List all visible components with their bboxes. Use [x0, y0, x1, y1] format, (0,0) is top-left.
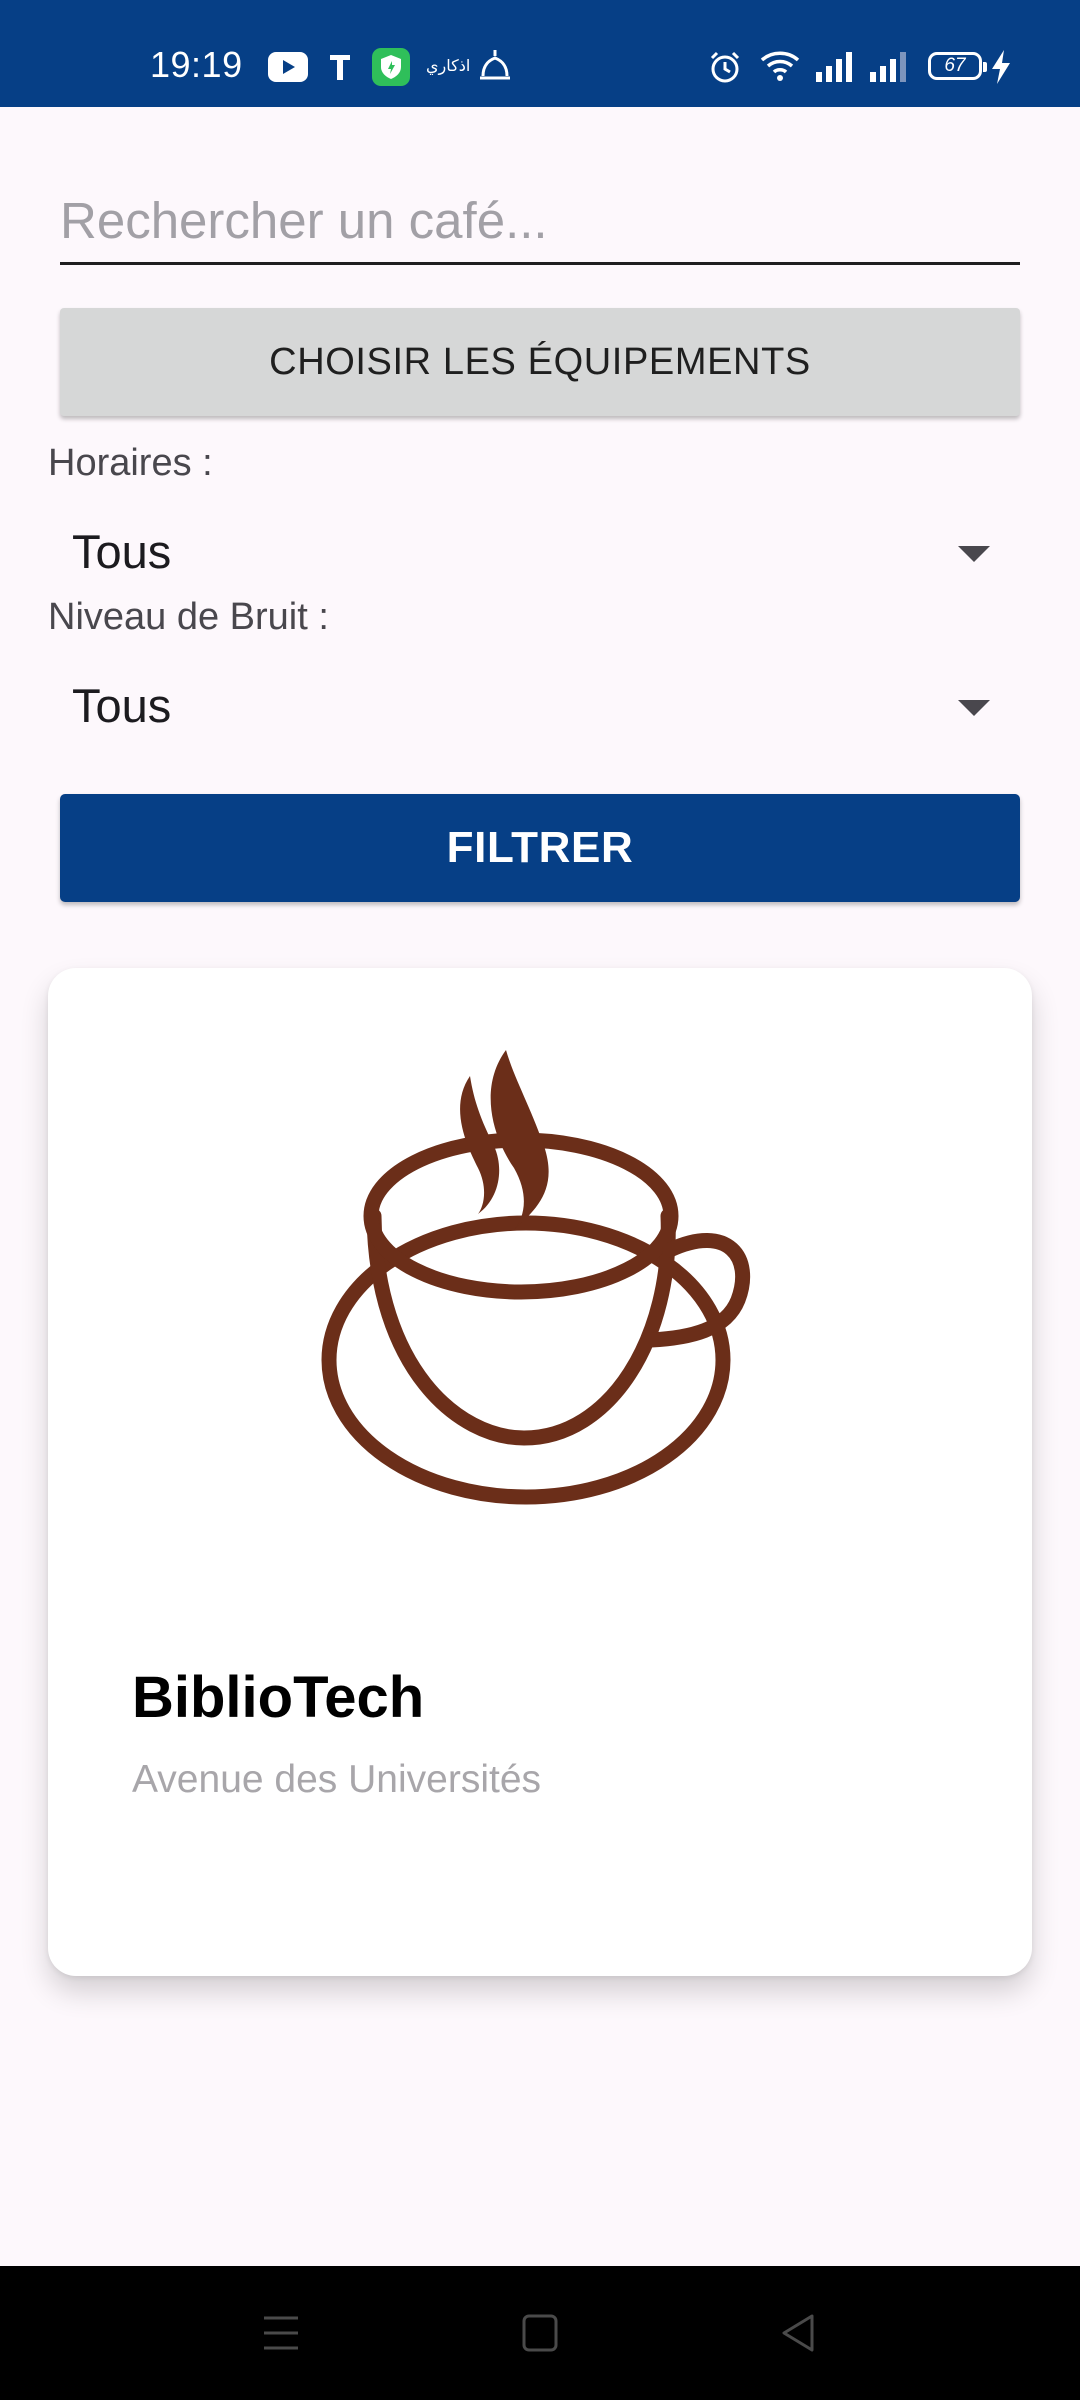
- hours-dropdown[interactable]: Tous: [48, 510, 1008, 594]
- dropdown-arrow-icon: [958, 546, 990, 562]
- back-icon[interactable]: [778, 2310, 818, 2356]
- shield-app-icon: [372, 48, 410, 86]
- wifi-icon: [760, 51, 800, 81]
- coffee-cup-icon: [321, 1050, 750, 1505]
- choose-equipment-button[interactable]: CHOISIR LES ÉQUIPEMENTS: [60, 308, 1020, 416]
- cafe-card[interactable]: BiblioTech Avenue des Universités: [48, 968, 1032, 1976]
- hours-dropdown-value: Tous: [72, 525, 172, 578]
- navigation-bar: [0, 2266, 1080, 2400]
- menu-icon[interactable]: [262, 2310, 300, 2356]
- filter-button[interactable]: FILTRER: [60, 794, 1020, 902]
- noise-level-label: Niveau de Bruit :: [48, 596, 329, 638]
- dropdown-arrow-icon: [958, 700, 990, 716]
- alarm-icon: [710, 51, 740, 83]
- status-time: 19:19: [150, 44, 243, 85]
- status-bar: 19:19 اذكاري 67: [0, 0, 1080, 107]
- mosque-app-icon: [480, 50, 510, 80]
- cafe-address: Avenue des Universités: [132, 1758, 542, 1801]
- signal-icon-2: [870, 52, 906, 82]
- arabic-app-icon: اذكاري: [426, 56, 471, 75]
- search-input[interactable]: [60, 178, 1020, 265]
- charging-icon: [992, 50, 1010, 84]
- youtube-icon: [268, 52, 308, 82]
- noise-level-dropdown-value: Tous: [72, 679, 172, 732]
- signal-icon: [816, 52, 852, 82]
- noise-level-dropdown[interactable]: Tous: [48, 664, 1008, 748]
- cafe-name: BiblioTech: [132, 1665, 425, 1730]
- home-icon[interactable]: [520, 2310, 560, 2356]
- battery-icon: 67: [928, 52, 987, 80]
- t-app-icon: [330, 55, 350, 80]
- hours-label: Horaires :: [48, 442, 213, 484]
